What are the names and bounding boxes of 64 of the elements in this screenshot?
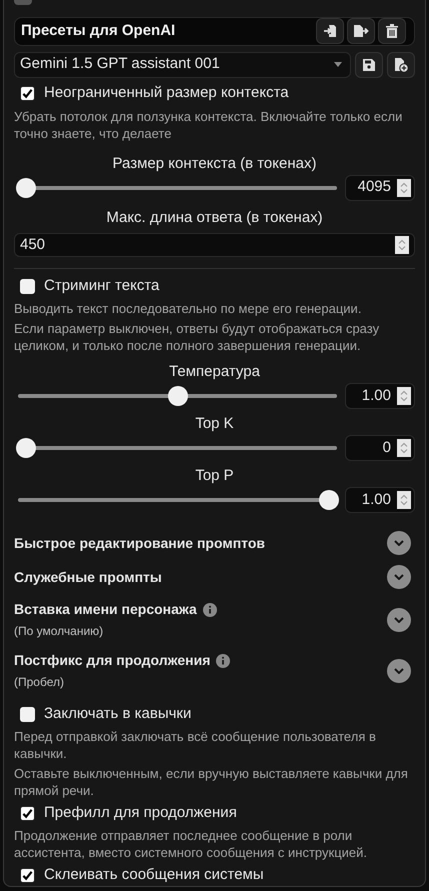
- hint-text: Убрать потолок для ползунка контекста. Включайте только если точно знаете, что делаете: [14, 108, 404, 142]
- checkbox[interactable]: [20, 868, 35, 882]
- info-icon: [216, 654, 230, 668]
- number-field[interactable]: 450: [14, 232, 415, 257]
- number-field[interactable]: 4095: [345, 174, 415, 200]
- checkmark-icon: [22, 808, 33, 818]
- chevron-down-icon: [394, 616, 404, 622]
- number-field[interactable]: 1.00: [345, 383, 415, 409]
- section-title: Служебные промпты: [14, 568, 162, 587]
- info-icon: [202, 602, 217, 616]
- number-field[interactable]: 1.00: [345, 487, 415, 513]
- number-field[interactable]: 0: [345, 435, 415, 461]
- dropdown-caret-icon: [334, 62, 342, 67]
- presets-title: Пресеты для OpenAI: [21, 20, 176, 41]
- checkmark-icon: [22, 870, 33, 880]
- checkbox-label: Склеивать сообщения системы: [44, 864, 264, 885]
- slider-label: Top P: [194, 466, 235, 486]
- section-title: Постфикс для продолжения: [14, 651, 210, 670]
- expand-button[interactable]: [387, 608, 411, 632]
- preset-select[interactable]: Gemini 1.5 GPT assistant 001: [14, 52, 351, 78]
- expand-button[interactable]: [387, 531, 411, 555]
- hint-text: Выводить текст последовательно по мере его генерации.: [14, 300, 362, 317]
- spinner-arrows[interactable]: [395, 236, 409, 254]
- checkbox[interactable]: [20, 806, 35, 820]
- slider-thumb[interactable]: [16, 178, 36, 198]
- slider-thumb[interactable]: [168, 386, 188, 406]
- field-label: Макс. длина ответа (в токенах): [105, 208, 324, 228]
- slider-track[interactable]: [16, 178, 339, 198]
- slider-label: Температура: [168, 362, 261, 382]
- slider-label: Размер контекста (в токенах): [112, 154, 318, 174]
- slider-thumb[interactable]: [16, 438, 36, 458]
- trash-icon[interactable]: [378, 18, 406, 44]
- hint-text: Если параметр выключен, ответы будут отображаться сразу целиком, и только после полного завершения генерации.: [14, 320, 380, 354]
- new-file-icon[interactable]: [387, 52, 415, 78]
- section-title: Вставка имени персонажа: [14, 600, 197, 619]
- spinner-arrows[interactable]: [397, 178, 411, 196]
- export-icon[interactable]: [347, 18, 375, 44]
- drag-handle[interactable]: [14, 0, 32, 5]
- slider-track[interactable]: [16, 386, 339, 406]
- checkbox-label: Неограниченный размер контекста: [44, 83, 289, 104]
- checkbox[interactable]: [20, 86, 35, 101]
- section-value: (По умолчанию): [14, 623, 104, 640]
- chevron-down-icon: [394, 574, 404, 580]
- section-title: Быстрое редактирование промптов: [14, 534, 265, 553]
- checkbox[interactable]: [20, 706, 35, 722]
- expand-button[interactable]: [387, 565, 411, 589]
- chevron-down-icon: [394, 540, 404, 546]
- checkbox-label: Префилл для продолжения: [44, 802, 237, 823]
- section-value: (Пробел): [14, 674, 65, 691]
- import-icon[interactable]: [316, 18, 344, 44]
- slider-label: Top K: [194, 414, 235, 434]
- checkbox-label: Стриминг текста: [44, 276, 160, 296]
- slider-thumb[interactable]: [319, 490, 339, 510]
- hint-text: Перед отправкой заключать всё сообщение пользователя в кавычки.: [14, 728, 377, 762]
- expand-button[interactable]: [387, 658, 411, 682]
- checkbox-label: Заключать в кавычки: [44, 704, 192, 724]
- slider-track[interactable]: [16, 490, 339, 510]
- chevron-down-icon: [394, 668, 404, 674]
- hint-text: Оставьте выключенным, если вручную выставляете кавычки для прямой речи.: [14, 765, 409, 799]
- save-icon[interactable]: [355, 52, 383, 78]
- hint-text: Продолжение отправляет последнее сообщение в роли ассистента, вместо системного сообщения с инструкцией.: [14, 827, 368, 861]
- checkmark-icon: [22, 88, 33, 99]
- checkbox[interactable]: [20, 278, 35, 294]
- slider-track[interactable]: [16, 438, 339, 458]
